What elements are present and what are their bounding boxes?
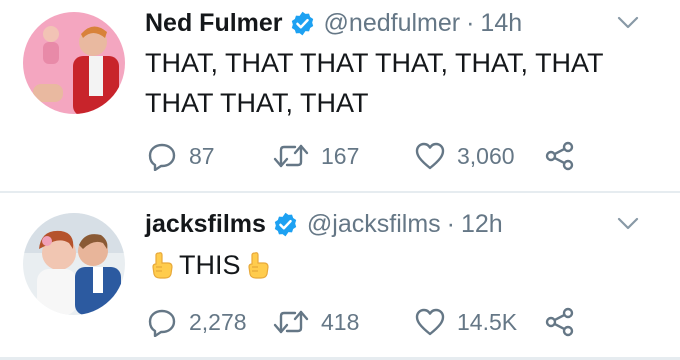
tweet-text-content: THIS [179,250,241,280]
like-button[interactable]: 3,060 [415,138,515,174]
tweet-header: Ned Fulmer @nedfulmer · 14h [145,3,522,43]
reply-count: 2,278 [189,308,247,335]
tweet-header: jacksfilms @jacksfilms · 12h [145,204,503,244]
tweet-feed: Ned Fulmer @nedfulmer · 14h THAT, THAT T… [0,0,680,360]
tweet-actions: 2,278 418 14.5K [145,304,615,340]
verified-badge-icon [272,211,299,238]
reply-count: 87 [189,142,215,169]
share-button[interactable] [545,304,587,340]
tweet[interactable]: Ned Fulmer @nedfulmer · 14h THAT, THAT T… [0,0,680,190]
point-up-emoji [149,251,175,279]
chevron-down-icon[interactable] [616,15,640,31]
reply-button[interactable]: 87 [147,138,215,174]
like-button[interactable]: 14.5K [415,304,517,340]
avatar[interactable] [23,213,125,315]
retweet-count: 167 [321,142,360,169]
chevron-down-icon[interactable] [616,216,640,232]
verified-badge-icon [289,10,316,37]
reply-icon [147,141,177,171]
timestamp[interactable]: 14h [480,3,522,43]
display-name[interactable]: jacksfilms [145,204,266,244]
like-count: 3,060 [457,142,515,169]
tweet-text: THAT, THAT THAT THAT, THAT, THAT THAT TH… [145,48,604,118]
tweet[interactable]: jacksfilms @jacksfilms · 12h THIS 2,278 … [0,193,680,360]
display-name[interactable]: Ned Fulmer [145,3,283,43]
retweet-icon [273,142,309,170]
share-icon [545,307,575,337]
avatar[interactable] [23,12,125,114]
tweet-text: THIS [145,245,645,285]
reply-button[interactable]: 2,278 [147,304,247,340]
retweet-icon [273,308,309,336]
retweet-count: 418 [321,308,360,335]
share-icon [545,141,575,171]
timestamp[interactable]: 12h [461,204,503,244]
separator: · [466,9,475,37]
like-count: 14.5K [457,308,518,335]
reply-icon [147,307,177,337]
point-up-emoji [245,251,271,279]
share-button[interactable] [545,138,587,174]
tweet-actions: 87 167 3,060 [145,138,615,174]
retweet-button[interactable]: 418 [273,304,359,340]
handle[interactable]: @nedfulmer [324,3,461,43]
separator: · [446,210,455,238]
like-icon [415,308,445,336]
retweet-button[interactable]: 167 [273,138,359,174]
handle[interactable]: @jacksfilms [307,204,441,244]
like-icon [415,142,445,170]
